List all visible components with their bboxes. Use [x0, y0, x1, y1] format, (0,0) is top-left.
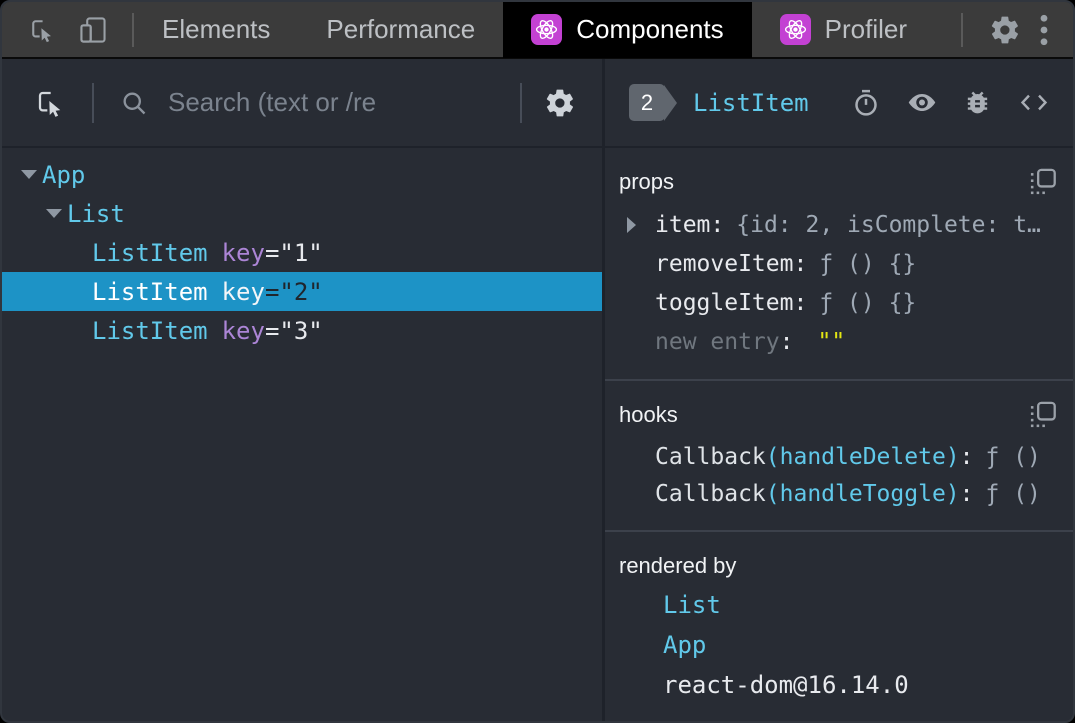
search-input[interactable] [166, 86, 520, 119]
tab-profiler[interactable]: Profiler [752, 2, 935, 58]
props-section-title: props [619, 169, 675, 194]
react-icon [779, 14, 811, 45]
rendered-by-section: rendered by List App react-dom@16.14.0 [605, 532, 1073, 721]
key-badge: 2 [629, 84, 665, 121]
tree-row-app[interactable]: App [2, 155, 602, 194]
hook-type: Callback [655, 480, 766, 507]
prop-row-toggleitem[interactable]: toggleItem: ƒ () {} [617, 283, 1057, 322]
prop-name: item [655, 211, 711, 238]
colon: : [793, 250, 808, 277]
details-header: 2 ListItem [605, 59, 1073, 148]
hooks-section: hooks Callback (handleDelete): ƒ () Cal… [605, 381, 1073, 532]
rendered-by-react-dom: react-dom@16.14.0 [617, 665, 1057, 705]
new-entry-label[interactable]: new entry [655, 329, 780, 355]
inspect-dom-eye-icon[interactable] [907, 87, 937, 118]
prop-value: {id: 2, isComplete: t… [736, 211, 1041, 238]
hook-row-handletoggle[interactable]: Callback(handleToggle): ƒ () {} [617, 475, 1057, 512]
tree-row-list[interactable]: List [2, 194, 602, 233]
colon: : [959, 443, 974, 470]
rendered-by-list-link[interactable]: List [617, 585, 1057, 625]
tree-toolbar [2, 59, 602, 148]
component-name: ListItem [92, 316, 208, 345]
search-icon [120, 89, 148, 117]
select-element-icon[interactable] [34, 87, 66, 119]
inspect-element-icon[interactable] [28, 16, 56, 44]
key-attribute: key [221, 277, 265, 306]
toolbar-separator [92, 82, 94, 123]
tree-row-listitem-2-selected[interactable]: ListItem key ="2" [2, 272, 602, 311]
renderer-version: react-dom@16.14.0 [663, 671, 909, 699]
toolbar-separator [520, 82, 522, 123]
component-name: ListItem [92, 277, 208, 306]
colon: : [779, 328, 794, 355]
tab-label: Performance [326, 14, 476, 44]
hook-value: ƒ () {} [985, 443, 1057, 470]
owner-link[interactable]: List [663, 591, 721, 619]
tab-label: Components [576, 14, 724, 44]
devtools-window: Elements Performance Components Profiler… [0, 0, 1075, 723]
hook-type: Callback [655, 443, 766, 470]
devtools-settings-gear-icon[interactable] [989, 14, 1021, 46]
component-tree: App List ListItem key ="1" ListItem key … [2, 148, 602, 721]
tab-elements[interactable]: Elements [134, 2, 298, 58]
tree-row-listitem-1[interactable]: ListItem key ="1" [2, 233, 602, 272]
tree-row-listitem-3[interactable]: ListItem key ="3" [2, 311, 602, 350]
component-name: List [67, 199, 125, 228]
props-section: props item: {id: 2, isComplete: t… remov… [605, 148, 1073, 381]
components-tree-panel: App List ListItem key ="1" ListItem key … [2, 59, 605, 721]
expand-arrow-icon[interactable] [627, 216, 655, 233]
key-attribute: key [221, 316, 265, 345]
toolbar-separator [961, 12, 963, 47]
prop-value: ƒ () {} [819, 250, 917, 277]
key-value: ="1" [264, 238, 323, 267]
new-entry-value[interactable]: "" [817, 329, 845, 355]
log-bug-icon[interactable] [963, 88, 993, 117]
expand-arrow-icon[interactable] [16, 170, 42, 179]
view-source-code-icon[interactable] [1019, 87, 1049, 118]
colon: : [710, 211, 725, 238]
rendered-by-app-link[interactable]: App [617, 625, 1057, 665]
react-icon [531, 14, 563, 45]
component-name: ListItem [92, 238, 208, 267]
rendered-by-title: rendered by [619, 553, 737, 578]
prop-name: removeItem [655, 250, 794, 277]
owner-link[interactable]: App [663, 631, 706, 659]
devtools-menu-kebab-icon[interactable] [1037, 13, 1051, 47]
prop-value: ƒ () {} [819, 289, 917, 316]
prop-name: toggleItem [655, 289, 794, 316]
component-name: App [42, 160, 86, 189]
hook-value: ƒ () {} [985, 480, 1057, 507]
key-value: ="2" [264, 277, 323, 306]
devtools-tab-bar: Elements Performance Components Profiler [2, 2, 1073, 59]
hook-name: (handleToggle) [765, 480, 960, 507]
prop-row-item[interactable]: item: {id: 2, isComplete: t… [617, 205, 1057, 244]
hooks-section-title: hooks [619, 402, 678, 427]
hook-row-handledelete[interactable]: Callback(handleDelete): ƒ () {} [617, 438, 1057, 475]
copy-hooks-icon[interactable] [1029, 401, 1057, 429]
tab-performance[interactable]: Performance [298, 2, 503, 58]
tab-label: Profiler [824, 14, 908, 44]
hook-name: (handleDelete) [765, 443, 960, 470]
suspense-stopwatch-icon[interactable] [851, 88, 881, 118]
expand-arrow-icon[interactable] [41, 209, 67, 218]
selected-component-name: ListItem [693, 88, 809, 117]
key-value: ="3" [264, 316, 323, 345]
panel-settings-gear-icon[interactable] [544, 87, 576, 119]
key-attribute: key [221, 238, 265, 267]
prop-row-new-entry[interactable]: new entry: "" [617, 322, 1057, 361]
colon: : [793, 289, 808, 316]
prop-row-removeitem[interactable]: removeItem: ƒ () {} [617, 244, 1057, 283]
device-toolbar-icon[interactable] [78, 15, 108, 45]
copy-props-icon[interactable] [1029, 168, 1057, 196]
component-details-panel: 2 ListItem props item: {id: 2, isComple… [605, 59, 1073, 721]
tab-label: Elements [162, 14, 271, 44]
colon: : [959, 480, 974, 507]
tab-components[interactable]: Components [503, 2, 752, 58]
